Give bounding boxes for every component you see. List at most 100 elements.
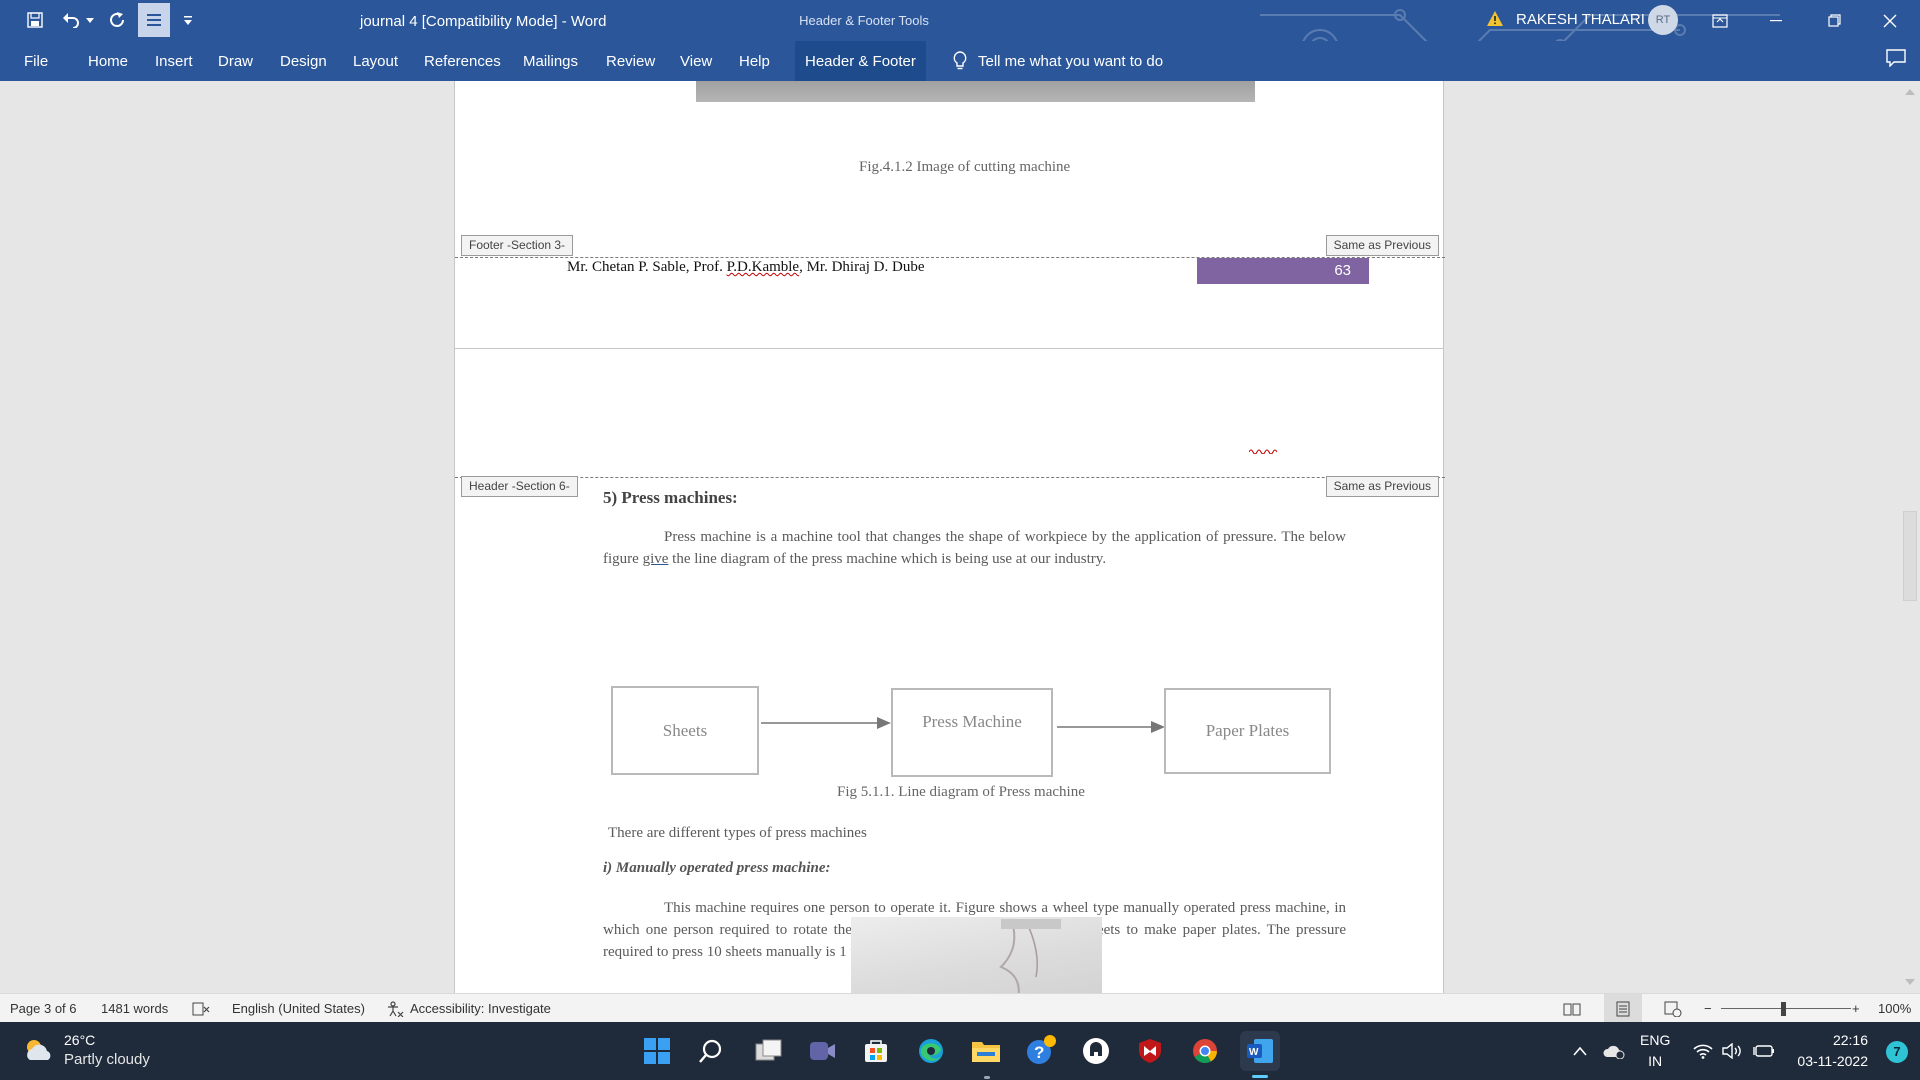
vertical-scrollbar[interactable] — [1900, 81, 1920, 993]
lightbulb-icon — [953, 51, 967, 70]
tab-help[interactable]: Help — [739, 41, 770, 81]
zoom-out-button[interactable]: − — [1704, 994, 1712, 1023]
taskbar-running-indicator — [984, 1076, 990, 1079]
wifi-icon[interactable] — [1693, 1022, 1713, 1080]
svg-text:W: W — [1249, 1047, 1259, 1058]
file-explorer-icon[interactable] — [966, 1031, 1006, 1071]
tab-view[interactable]: View — [680, 41, 712, 81]
weather-temperature: 26°C — [64, 1032, 96, 1048]
warning-icon[interactable] — [1486, 10, 1504, 32]
cutting-machine-image[interactable] — [696, 81, 1255, 102]
avatar[interactable]: RT — [1648, 5, 1678, 35]
accessibility-status[interactable]: Accessibility: Investigate — [386, 994, 551, 1023]
app-circle-icon[interactable] — [1076, 1031, 1116, 1071]
same-as-previous-tag[interactable]: Same as Previous — [1325, 476, 1439, 497]
teams-chat-icon[interactable] — [802, 1031, 842, 1071]
tell-me-search[interactable]: Tell me what you want to do — [952, 41, 1163, 81]
word-taskbar-icon[interactable]: W — [1240, 1031, 1280, 1071]
onedrive-icon[interactable] — [1603, 1022, 1625, 1080]
read-mode-icon[interactable] — [1563, 994, 1581, 1023]
diagram-box-paper-plates[interactable]: Paper Plates — [1164, 688, 1331, 774]
edge-icon[interactable] — [911, 1031, 951, 1071]
document-canvas[interactable]: Fig.4.1.2 Image of cutting machine Foote… — [0, 81, 1920, 993]
restore-icon[interactable] — [1806, 0, 1862, 41]
minimize-icon[interactable] — [1748, 0, 1804, 41]
page-4[interactable]: Header -Section 6- Same as Previous 5) P… — [454, 348, 1445, 993]
partly-cloudy-icon — [27, 1040, 51, 1060]
print-layout-icon[interactable] — [1604, 994, 1642, 1023]
redo-icon[interactable] — [106, 6, 130, 34]
search-icon[interactable] — [691, 1031, 731, 1071]
types-line: There are different types of press machi… — [608, 825, 867, 841]
tab-insert[interactable]: Insert — [155, 41, 193, 81]
scroll-up-icon[interactable] — [1905, 89, 1915, 95]
paragraph-intro[interactable]: Press machine is a machine tool that cha… — [603, 526, 1346, 570]
diagram-arrow-1 — [761, 717, 891, 729]
user-name[interactable]: RAKESH THALARI — [1516, 0, 1645, 41]
undo-icon[interactable] — [58, 6, 84, 34]
input-language[interactable]: ENG IN — [1640, 1030, 1670, 1072]
zoom-in-button[interactable]: + — [1852, 994, 1860, 1023]
zoom-level[interactable]: 100% — [1878, 994, 1911, 1023]
notification-badge[interactable]: 7 — [1886, 1041, 1908, 1063]
zoom-slider-thumb[interactable] — [1781, 1002, 1786, 1016]
tab-design[interactable]: Design — [280, 41, 327, 81]
volume-icon[interactable] — [1722, 1022, 1744, 1080]
undo-dropdown-icon[interactable] — [84, 6, 96, 34]
windows-taskbar: 26°C Partly cloudy ? W ENG IN 22:16 03-1… — [0, 1022, 1920, 1080]
word-count[interactable]: 1481 words — [101, 994, 168, 1023]
weather-widget[interactable]: 26°C Partly cloudy — [22, 1030, 150, 1070]
get-help-icon[interactable]: ? — [1021, 1031, 1061, 1071]
web-layout-icon[interactable] — [1664, 994, 1682, 1023]
tab-draw[interactable]: Draw — [218, 41, 253, 81]
diagram-box-sheets[interactable]: Sheets — [611, 686, 759, 775]
zoom-slider[interactable] — [1721, 1008, 1851, 1009]
comments-icon[interactable] — [1886, 49, 1906, 72]
scroll-down-icon[interactable] — [1905, 979, 1915, 985]
tab-mailings[interactable]: Mailings — [523, 41, 578, 81]
tab-layout[interactable]: Layout — [353, 41, 398, 81]
clock-date: 03-11-2022 — [1797, 1053, 1868, 1069]
press-machine-photo[interactable] — [851, 917, 1102, 993]
clock-time: 22:16 — [1832, 1032, 1868, 1048]
chrome-icon[interactable] — [1185, 1031, 1225, 1071]
section-heading: 5) Press machines: — [603, 488, 738, 507]
task-view-icon[interactable] — [749, 1031, 789, 1071]
microsoft-store-icon[interactable] — [856, 1031, 896, 1071]
tab-review[interactable]: Review — [606, 41, 655, 81]
proofing-icon[interactable] — [192, 994, 210, 1023]
accessibility-icon — [388, 1000, 404, 1017]
scrollbar-thumb[interactable] — [1903, 511, 1917, 601]
diagram-caption: Fig 5.1.1. Line diagram of Press machine — [837, 784, 1085, 800]
system-clock[interactable]: 22:16 03-11-2022 — [1797, 1030, 1868, 1072]
tab-header-footer[interactable]: Header & Footer — [795, 41, 926, 81]
show-hidden-icons[interactable] — [1572, 1022, 1588, 1080]
quick-access-custom-icon[interactable] — [138, 3, 170, 37]
ribbon-tabs: File Home Insert Draw Design Layout Refe… — [0, 41, 1920, 81]
diagram-box-press-machine[interactable]: Press Machine — [891, 688, 1053, 777]
same-as-previous-tag[interactable]: Same as Previous — [1325, 235, 1439, 256]
start-icon[interactable] — [637, 1031, 677, 1071]
mcafee-icon[interactable] — [1130, 1031, 1170, 1071]
paragraph-intro-text-b: the line diagram of the press machine wh… — [668, 551, 1107, 567]
language-status[interactable]: English (United States) — [232, 994, 365, 1023]
ribbon-display-options-icon[interactable] — [1692, 0, 1748, 41]
figure-caption: Fig.4.1.2 Image of cutting machine — [859, 159, 1071, 175]
tab-home[interactable]: Home — [88, 41, 128, 81]
tab-references[interactable]: References — [424, 41, 501, 81]
close-icon[interactable] — [1862, 0, 1918, 41]
contextual-tools-label: Header & Footer Tools — [786, 0, 942, 41]
lang-code: ENG — [1640, 1032, 1671, 1048]
tab-file[interactable]: File — [24, 41, 48, 81]
page-number[interactable]: 63 — [1197, 258, 1369, 284]
page-indicator[interactable]: Page 3 of 6 — [10, 994, 77, 1023]
tell-me-label: Tell me what you want to do — [978, 52, 1164, 70]
accessibility-label: Accessibility: Investigate — [410, 1001, 551, 1016]
customize-qat-icon[interactable] — [180, 6, 196, 34]
save-icon[interactable] — [22, 6, 48, 34]
svg-text:?: ? — [1034, 1043, 1044, 1062]
footer-authors[interactable]: Mr. Chetan P. Sable, Prof. P.D.Kamble, M… — [567, 259, 925, 276]
footer-authors-part2: , Mr. Dhiraj D. Dube — [799, 259, 925, 275]
window-title: journal 4 [Compatibility Mode] - Word — [360, 13, 607, 30]
battery-icon[interactable] — [1753, 1022, 1775, 1080]
